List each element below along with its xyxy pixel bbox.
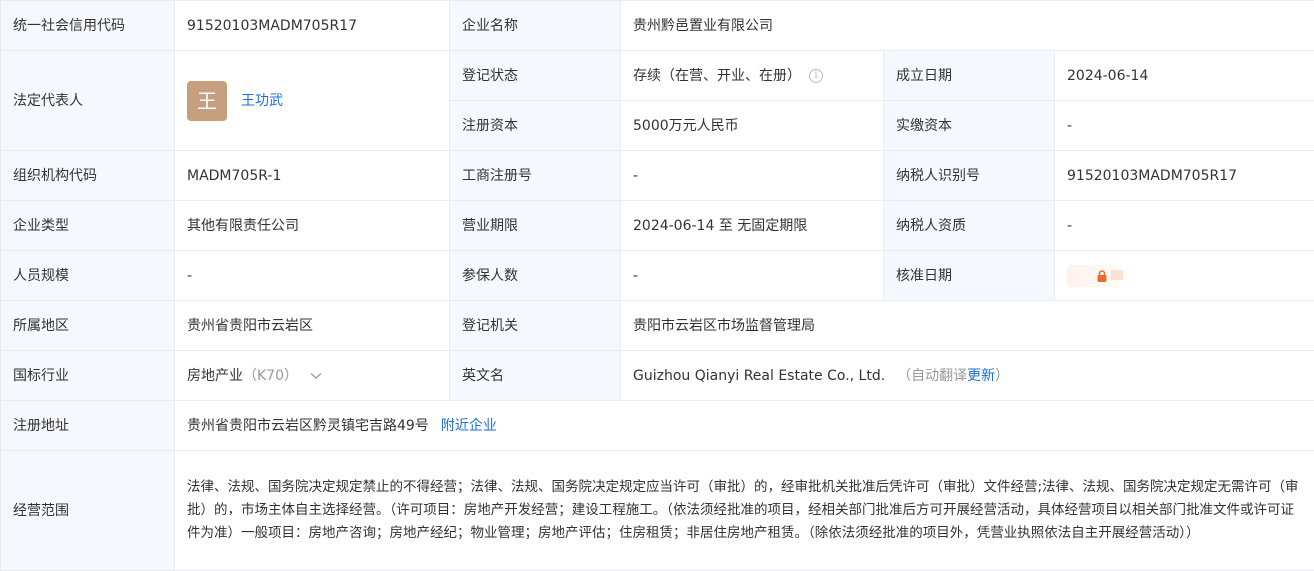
value-paid-capital: - [1055, 101, 1314, 151]
auto-translate-prefix: （自动翻译 [897, 367, 968, 384]
value-credit-code: 91520103MADM705R17 [175, 1, 450, 51]
value-address-cell: 贵州省贵阳市云岩区黔灵镇宅吉路49号 附近企业 [175, 401, 1314, 451]
value-industry-cell[interactable]: 房地产业 （K70） [175, 351, 450, 401]
label-credit-code: 统一社会信用代码 [1, 1, 175, 51]
value-approval-date-cell [1055, 251, 1314, 301]
update-translation-link[interactable]: 更新 [967, 366, 995, 386]
label-founded: 成立日期 [884, 51, 1055, 101]
label-reg-capital: 注册资本 [450, 101, 621, 151]
value-industry: 房地产业 [187, 367, 243, 384]
label-address: 注册地址 [1, 401, 175, 451]
chevron-down-icon[interactable] [310, 366, 322, 386]
label-legal-rep: 法定代表人 [1, 51, 175, 151]
value-company-name: 贵州黔邑置业有限公司 [621, 1, 1314, 51]
label-company-type: 企业类型 [1, 201, 175, 251]
label-taxpayer-id: 纳税人识别号 [884, 151, 1055, 201]
legal-rep-name-link[interactable]: 王功武 [241, 91, 283, 111]
value-address: 贵州省贵阳市云岩区黔灵镇宅吉路49号 [187, 417, 429, 434]
value-founded: 2024-06-14 [1055, 51, 1314, 101]
value-org-code: MADM705R-1 [175, 151, 450, 201]
label-org-code: 组织机构代码 [1, 151, 175, 201]
info-circle-icon[interactable]: i [809, 68, 823, 83]
label-industry: 国标行业 [1, 351, 175, 401]
nearby-companies-link[interactable]: 附近企业 [441, 416, 497, 436]
auto-translate-suffix: ） [995, 367, 1010, 384]
label-reg-status: 登记状态 [450, 51, 621, 101]
value-reg-capital: 5000万元人民币 [621, 101, 884, 151]
label-approval-date: 核准日期 [884, 251, 1055, 301]
value-reg-status: 存续（在营、开业、在册） [633, 67, 801, 84]
value-insured: - [621, 251, 884, 301]
lock-icon [1097, 269, 1107, 282]
label-taxpayer-qual: 纳税人资质 [884, 201, 1055, 251]
label-scope: 经营范围 [1, 451, 175, 571]
label-biz-reg-no: 工商注册号 [450, 151, 621, 201]
label-staff-size: 人员规模 [1, 251, 175, 301]
value-english-name: Guizhou Qianyi Real Estate Co., Ltd. [633, 367, 886, 384]
avatar[interactable]: 王 [187, 80, 227, 121]
industry-code: （K70） [243, 367, 298, 384]
company-info-table: 统一社会信用代码 91520103MADM705R17 企业名称 贵州黔邑置业有… [0, 0, 1314, 571]
value-company-type: 其他有限责任公司 [175, 201, 450, 251]
value-staff-size: - [175, 251, 450, 301]
value-taxpayer-id: 91520103MADM705R17 [1055, 151, 1314, 201]
label-region: 所属地区 [1, 301, 175, 351]
value-reg-status-cell: 存续（在营、开业、在册） i [621, 51, 884, 101]
label-company-name: 企业名称 [450, 1, 621, 51]
label-reg-authority: 登记机关 [450, 301, 621, 351]
label-biz-term: 营业期限 [450, 201, 621, 251]
legal-rep-cell: 王 王功武 [175, 51, 450, 151]
value-reg-authority: 贵阳市云岩区市场监督管理局 [621, 301, 1314, 351]
value-biz-term: 2024-06-14 至 无固定期限 [621, 201, 884, 251]
value-region: 贵州省贵阳市云岩区 [175, 301, 450, 351]
value-biz-reg-no: - [621, 151, 884, 201]
value-scope: 法律、法规、国务院决定规定禁止的不得经营；法律、法规、国务院决定规定应当许可（审… [175, 451, 1314, 571]
vip-tag-shape [1111, 269, 1123, 280]
vip-lock-badge[interactable] [1067, 264, 1137, 287]
label-insured: 参保人数 [450, 251, 621, 301]
value-taxpayer-qual: - [1055, 201, 1314, 251]
label-english-name: 英文名 [450, 351, 621, 401]
value-english-name-cell: Guizhou Qianyi Real Estate Co., Ltd. （自动… [621, 351, 1314, 401]
label-paid-capital: 实缴资本 [884, 101, 1055, 151]
